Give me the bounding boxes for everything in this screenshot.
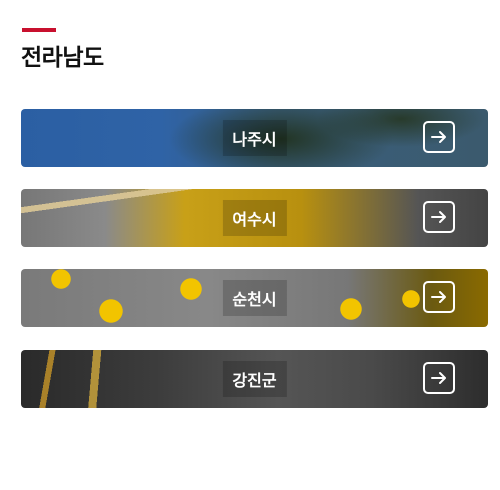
title-accent-bar	[22, 28, 56, 32]
arrow-right-icon[interactable]	[423, 121, 455, 153]
city-card-label: 여수시	[222, 200, 287, 236]
city-card-label: 강진군	[222, 361, 287, 397]
page-title: 전라남도	[21, 45, 104, 71]
arrow-right-icon[interactable]	[423, 201, 455, 233]
city-card-suncheon[interactable]: 순천시	[21, 269, 488, 327]
city-card-label: 순천시	[222, 280, 287, 316]
arrow-right-icon[interactable]	[423, 362, 455, 394]
arrow-right-icon[interactable]	[423, 281, 455, 313]
city-card-naju[interactable]: 나주시	[21, 109, 488, 167]
city-card-yeosu[interactable]: 여수시	[21, 189, 488, 247]
city-card-gangjin[interactable]: 강진군	[21, 350, 488, 408]
city-card-label: 나주시	[222, 120, 287, 156]
